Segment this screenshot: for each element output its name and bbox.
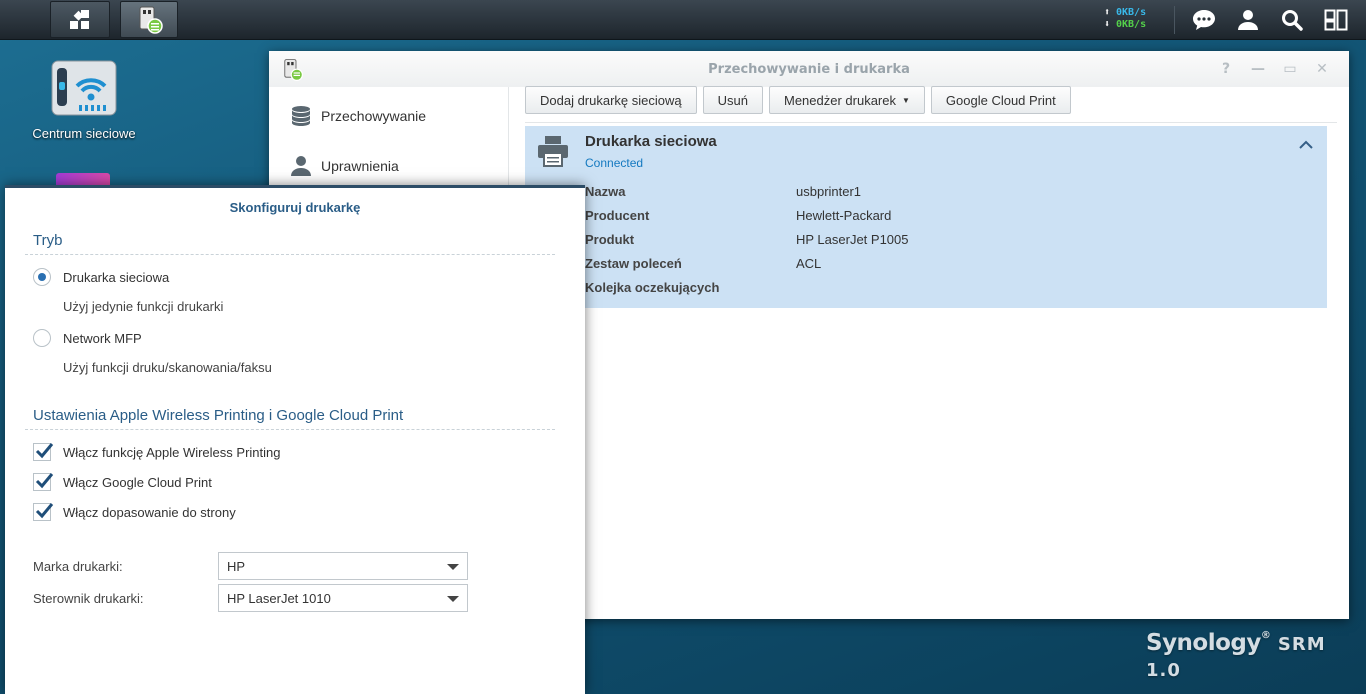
printer-name: Drukarka sieciowa bbox=[585, 133, 717, 150]
detail-key: Producent bbox=[585, 207, 650, 223]
download-speed: 0KB/s bbox=[1116, 19, 1147, 30]
upload-speed: 0KB/s bbox=[1116, 7, 1147, 18]
detail-row: Zestaw poleceń ACL bbox=[585, 251, 909, 275]
wifi-router-icon bbox=[51, 60, 117, 116]
taskbar-storage-printer-button[interactable] bbox=[120, 1, 178, 38]
show-desktop-icon bbox=[70, 9, 89, 29]
window-toolbar: Dodaj drukarkę sieciową Usuń Menedżer dr… bbox=[525, 86, 1071, 114]
search-icon bbox=[1282, 10, 1303, 31]
dialog-title: Skonfiguruj drukarkę bbox=[229, 200, 361, 215]
chevron-up-icon[interactable] bbox=[1299, 140, 1313, 150]
section-divider bbox=[25, 429, 555, 430]
help-icon[interactable]: ? bbox=[1217, 60, 1235, 78]
database-icon bbox=[289, 104, 313, 128]
minimize-icon[interactable]: — bbox=[1249, 60, 1267, 78]
caret-down-icon: ▼ bbox=[901, 95, 910, 105]
mode-option-network-printer[interactable]: Drukarka sieciowa bbox=[33, 268, 169, 286]
taskbar: ⬆ 0KB/s ⬇ 0KB/s bbox=[0, 0, 1366, 40]
check-fit-to-page[interactable]: Włącz dopasowanie do strony bbox=[33, 503, 236, 521]
detail-key: Produkt bbox=[585, 231, 635, 247]
radio-selected[interactable] bbox=[33, 268, 51, 286]
option-description: Użyj jedynie funkcji drukarki bbox=[63, 299, 224, 314]
search-button[interactable] bbox=[1276, 0, 1308, 40]
desktop-shortcut-label: Centrum sieciowe bbox=[32, 126, 136, 141]
messages-button[interactable] bbox=[1188, 0, 1220, 40]
detail-value: usbprinter1 bbox=[796, 183, 862, 199]
checkmark-icon bbox=[35, 443, 54, 459]
check-google-cloud-print[interactable]: Włącz Google Cloud Print bbox=[33, 473, 212, 491]
detail-row: Producent Hewlett-Packard bbox=[585, 203, 909, 227]
select-value: HP LaserJet 1010 bbox=[227, 590, 331, 606]
option-description: Użyj funkcji druku/skanowania/faksu bbox=[63, 360, 272, 375]
printer-driver-label: Sterownik drukarki: bbox=[33, 591, 144, 606]
checkbox-checked[interactable] bbox=[33, 503, 54, 521]
check-label: Włącz dopasowanie do strony bbox=[63, 504, 236, 520]
storage-printer-app-icon bbox=[284, 59, 303, 81]
mode-option-network-mfp[interactable]: Network MFP bbox=[33, 329, 142, 347]
printer-brand-select[interactable]: HP bbox=[218, 552, 468, 580]
user-icon bbox=[289, 154, 313, 178]
detail-key: Kolejka oczekujących bbox=[585, 279, 720, 295]
printer-manager-label: Menedżer drukarek bbox=[783, 92, 896, 108]
printer-status: Connected bbox=[585, 156, 644, 170]
maximize-icon[interactable]: ▭ bbox=[1281, 60, 1299, 78]
brand-name: Synology bbox=[1146, 630, 1261, 656]
user-icon bbox=[1238, 10, 1258, 30]
printer-brand-label: Marka drukarki: bbox=[33, 559, 123, 574]
widgets-icon bbox=[1324, 9, 1348, 31]
select-value: HP bbox=[227, 558, 246, 574]
close-icon[interactable]: ✕ bbox=[1313, 60, 1331, 78]
desktop-shortcut-network-center[interactable]: Centrum sieciowe bbox=[20, 60, 148, 141]
option-label: Drukarka sieciowa bbox=[63, 269, 170, 285]
sidebar-item-label: Przechowywanie bbox=[321, 108, 427, 124]
option-label: Network MFP bbox=[63, 330, 142, 346]
sidebar-item-storage[interactable]: Przechowywanie bbox=[269, 91, 508, 141]
detail-key: Zestaw poleceń bbox=[585, 255, 682, 271]
synology-srm-logo: Synology® SRM 1.0 bbox=[1146, 630, 1326, 681]
widgets-button[interactable] bbox=[1320, 0, 1352, 40]
checkmark-icon bbox=[35, 503, 54, 519]
printer-driver-select[interactable]: HP LaserJet 1010 bbox=[218, 584, 468, 612]
window-titlebar[interactable]: Przechowywanie i drukarka ? — ▭ ✕ bbox=[269, 51, 1349, 87]
detail-value: ACL bbox=[796, 255, 822, 271]
window-controls: ? — ▭ ✕ bbox=[1217, 60, 1331, 78]
mode-section-title: Tryb bbox=[33, 232, 63, 249]
printer-details: Nazwa usbprinter1 Producent Hewlett-Packar… bbox=[585, 179, 909, 299]
check-apple-wireless-printing[interactable]: Włącz funkcję Apple Wireless Printing bbox=[33, 443, 280, 461]
user-menu-button[interactable] bbox=[1232, 0, 1264, 40]
detail-row: Nazwa usbprinter1 bbox=[585, 179, 909, 203]
sidebar-item-permissions[interactable]: Uprawnienia bbox=[269, 141, 508, 191]
configure-printer-dialog: Skonfiguruj drukarkę Tryb Drukarka sieci… bbox=[5, 185, 585, 694]
printer-card[interactable]: Drukarka sieciowa Connected Nazwa usbprin… bbox=[525, 126, 1327, 308]
section-divider bbox=[25, 254, 555, 255]
checkbox-checked[interactable] bbox=[33, 443, 54, 461]
window-title: Przechowywanie i drukarka bbox=[708, 62, 910, 77]
sidebar-item-label: Uprawnienia bbox=[321, 158, 399, 174]
checkmark-icon bbox=[35, 473, 54, 489]
chevron-down-icon bbox=[447, 596, 459, 602]
show-desktop-button[interactable] bbox=[50, 1, 110, 38]
toolbar-divider bbox=[525, 122, 1337, 123]
taskbar-divider bbox=[1174, 6, 1175, 34]
apple-cloud-section-title: Ustawienia Apple Wireless Printing i Goo… bbox=[33, 407, 404, 424]
add-network-printer-button[interactable]: Dodaj drukarkę sieciową bbox=[525, 86, 697, 114]
messages-icon bbox=[1193, 10, 1215, 30]
remove-button[interactable]: Usuń bbox=[702, 86, 763, 114]
check-label: Włącz funkcję Apple Wireless Printing bbox=[63, 444, 281, 460]
checkbox-checked[interactable] bbox=[33, 473, 54, 491]
detail-key: Nazwa bbox=[585, 183, 626, 199]
check-label: Włącz Google Cloud Print bbox=[63, 474, 212, 490]
printer-icon bbox=[538, 136, 568, 167]
storage-printer-app-icon bbox=[139, 6, 163, 34]
detail-value: Hewlett-Packard bbox=[796, 207, 892, 223]
printer-manager-dropdown[interactable]: Menedżer drukarek ▼ bbox=[768, 86, 925, 114]
chevron-down-icon bbox=[447, 564, 459, 570]
detail-row: Kolejka oczekujących bbox=[585, 275, 909, 299]
google-cloud-print-button[interactable]: Google Cloud Print bbox=[930, 86, 1071, 114]
detail-value: HP LaserJet P1005 bbox=[796, 231, 909, 247]
detail-row: Produkt HP LaserJet P1005 bbox=[585, 227, 909, 251]
radio-unselected[interactable] bbox=[33, 329, 51, 347]
network-speed: ⬆ 0KB/s ⬇ 0KB/s bbox=[1104, 7, 1147, 30]
